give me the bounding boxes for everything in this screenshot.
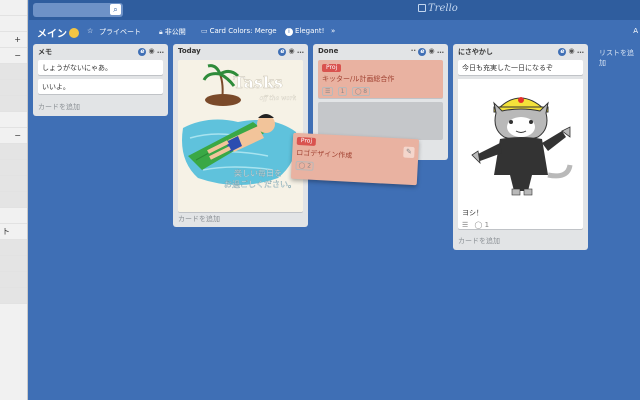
logo-box-icon: [418, 4, 426, 12]
card-label: Proj: [296, 136, 317, 146]
list-title[interactable]: Today e ◉ …: [173, 44, 308, 58]
comment-badge: ◯ 2: [295, 160, 315, 171]
list-memo: メモ e ◉ … しょうがないにゃあ。 いいよ。 カードを追加: [33, 44, 168, 116]
board-title[interactable]: メイン: [37, 25, 79, 40]
left-sidebar: + − − ト: [0, 0, 28, 400]
elegant-icon[interactable]: e: [558, 48, 567, 56]
sidebar-row[interactable]: [0, 16, 27, 32]
add-card-link[interactable]: カードを追加: [458, 236, 500, 246]
attachment-badge: 1: [337, 87, 348, 96]
elegant-icon[interactable]: e: [138, 48, 147, 56]
list-menu-icon[interactable]: …: [157, 47, 164, 55]
top-bar: ⌕ Trello: [29, 0, 640, 20]
dragged-card[interactable]: Proj ロゴデザイン作成 ◯ 2 ✎: [290, 132, 420, 186]
right-menu-button[interactable]: A: [633, 27, 638, 35]
list-title[interactable]: にさやかし e ◉ …: [453, 44, 588, 58]
card-icon: ▭: [201, 27, 208, 35]
comment-badge: ◯ 1: [474, 221, 490, 229]
sidebar-row[interactable]: [0, 288, 27, 304]
sidebar-row[interactable]: +: [0, 32, 27, 48]
description-icon: ☰: [322, 87, 334, 96]
sidebar-row[interactable]: ト: [0, 224, 27, 240]
sidebar-row[interactable]: [0, 0, 27, 16]
list-title[interactable]: Done ·· e ◉ …: [313, 44, 448, 58]
list-drag-icon: ··: [410, 47, 419, 55]
cat-card[interactable]: ヨシ！ ☰ ◯ 1: [458, 79, 583, 229]
sidebar-row[interactable]: [0, 80, 27, 96]
card-label: Proj: [322, 64, 342, 72]
beach-illustration-icon: Tasks off the work 楽しい毎日を お過ごしください。: [178, 60, 303, 212]
edit-icon[interactable]: ✎: [403, 146, 415, 159]
svg-text:off the work: off the work: [260, 95, 297, 102]
list-today: Today e ◉ … Tasks off the work 楽しい毎日を お過…: [173, 44, 308, 227]
list-menu-icon[interactable]: …: [437, 47, 444, 55]
eye-icon[interactable]: ◉: [428, 47, 434, 55]
svg-text:Tasks: Tasks: [233, 73, 283, 92]
elegant-icon[interactable]: e: [278, 48, 287, 56]
description-icon: ☰: [462, 221, 469, 229]
sidebar-row[interactable]: [0, 272, 27, 288]
sidebar-row[interactable]: −: [0, 48, 27, 64]
card[interactable]: しょうがないにゃあ。: [38, 60, 163, 75]
smile-emoji-icon: [69, 28, 79, 38]
cover-card[interactable]: Tasks off the work 楽しい毎日を お過ごしください。: [178, 60, 303, 212]
card[interactable]: 今日も充実した一日になるぞ: [458, 60, 583, 75]
svg-text:楽しい毎日を: 楽しい毎日を: [234, 168, 282, 178]
elegant-icon[interactable]: e: [418, 48, 427, 56]
sidebar-row[interactable]: [0, 144, 27, 160]
eye-icon[interactable]: ◉: [288, 47, 294, 55]
search-input[interactable]: ⌕: [33, 3, 123, 17]
eye-icon[interactable]: ◉: [568, 47, 574, 55]
sidebar-row[interactable]: [0, 176, 27, 192]
sidebar-row[interactable]: [0, 160, 27, 176]
board-header: メイン ☆ プライベート 🔒︎ 非公開 ▭ Card Colors: Merge i…: [29, 20, 640, 42]
list-menu-icon[interactable]: …: [297, 47, 304, 55]
more-button[interactable]: »: [331, 27, 335, 35]
sidebar-row[interactable]: [0, 64, 27, 80]
list-menu-icon[interactable]: …: [577, 47, 584, 55]
card-colors-button[interactable]: ▭ Card Colors: Merge: [201, 27, 277, 35]
sidebar-row[interactable]: [0, 192, 27, 208]
card[interactable]: いいよ。: [38, 79, 163, 94]
sidebar-row[interactable]: [0, 256, 27, 272]
sidebar-row[interactable]: −: [0, 128, 27, 144]
lock-button[interactable]: 🔒︎ 非公開: [159, 27, 186, 37]
info-icon: i: [285, 28, 293, 36]
list-title[interactable]: メモ e ◉ …: [33, 44, 168, 58]
add-list-link[interactable]: リストを追加: [599, 48, 640, 68]
comment-badge: ◯ 8: [351, 87, 371, 96]
board-area: ⌕ Trello メイン ☆ プライベート 🔒︎ 非公開 ▭ Card Colors…: [29, 0, 640, 400]
cat-worker-illustration-icon: [458, 79, 583, 197]
svg-text:お過ごしください。: お過ごしください。: [224, 179, 296, 189]
search-icon[interactable]: ⌕: [110, 4, 121, 15]
sidebar-row[interactable]: [0, 112, 27, 128]
list-nisayakashi: にさやかし e ◉ … 今日も充実した一日になるぞ ヨシ！ ☰ ◯ 1 カードを…: [453, 44, 588, 250]
visibility-button[interactable]: プライベート: [99, 27, 141, 37]
card[interactable]: Proj キッター/ル計画総合作 ☰ 1 ◯ 8: [318, 60, 443, 98]
star-button[interactable]: ☆: [87, 27, 93, 35]
lock-icon: 🔒︎: [159, 28, 163, 36]
trello-logo[interactable]: Trello: [418, 3, 458, 14]
sidebar-row[interactable]: [0, 240, 27, 256]
add-card-link[interactable]: カードを追加: [178, 214, 220, 224]
eye-icon[interactable]: ◉: [148, 47, 154, 55]
sidebar-row[interactable]: [0, 96, 27, 112]
add-card-link[interactable]: カードを追加: [38, 102, 80, 112]
elegant-button[interactable]: i Elegant!: [285, 27, 324, 36]
sidebar-row[interactable]: [0, 208, 27, 224]
